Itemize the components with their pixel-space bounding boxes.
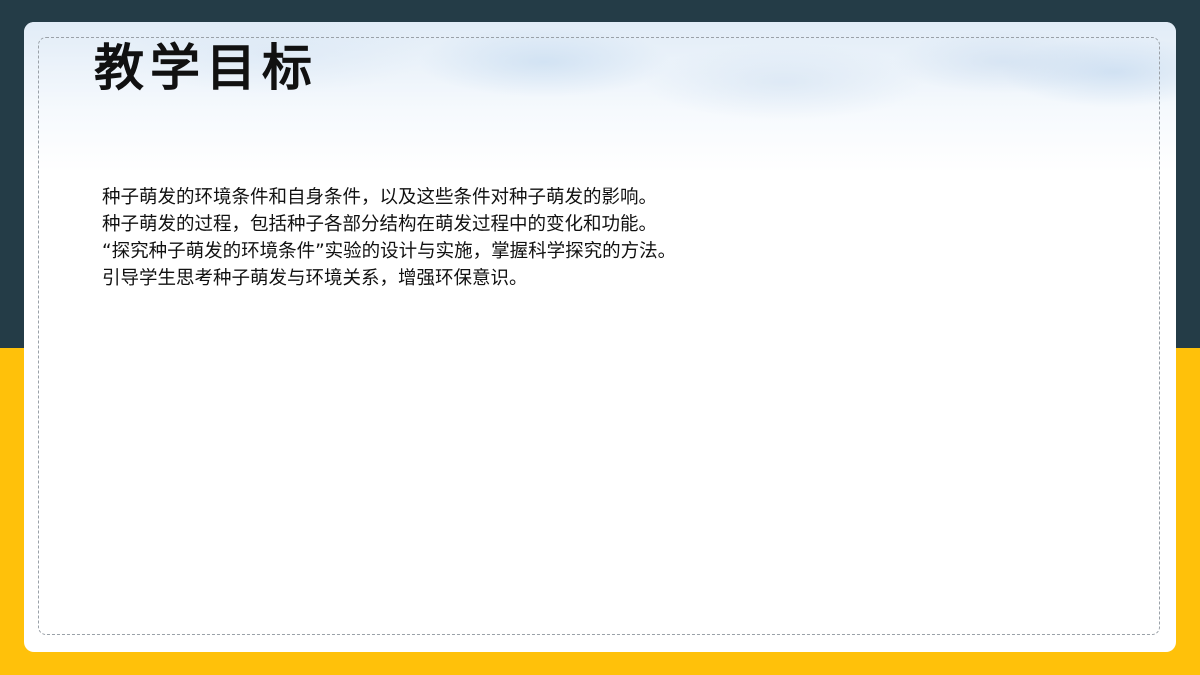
objective-item-3: “探究种子萌发的环境条件”实验的设计与实施，掌握科学探究的方法。 bbox=[102, 241, 677, 262]
objective-item-4: 引导学生思考种子萌发与环境关系，增强环保意识。 bbox=[102, 268, 528, 289]
objective-item-1: 种子萌发的环境条件和自身条件，以及这些条件对种子萌发的影响。 bbox=[102, 187, 658, 208]
slide-title: 教学目标 bbox=[94, 38, 318, 97]
dashed-border-frame bbox=[38, 37, 1160, 635]
objectives-list: 种子萌发的环境条件和自身条件，以及这些条件对种子萌发的影响。 种子萌发的过程，包… bbox=[102, 184, 676, 292]
objective-item-2: 种子萌发的过程，包括种子各部分结构在萌发过程中的变化和功能。 bbox=[102, 214, 658, 235]
slide-card: 教学目标 种子萌发的环境条件和自身条件，以及这些条件对种子萌发的影响。 种子萌发… bbox=[24, 22, 1176, 652]
